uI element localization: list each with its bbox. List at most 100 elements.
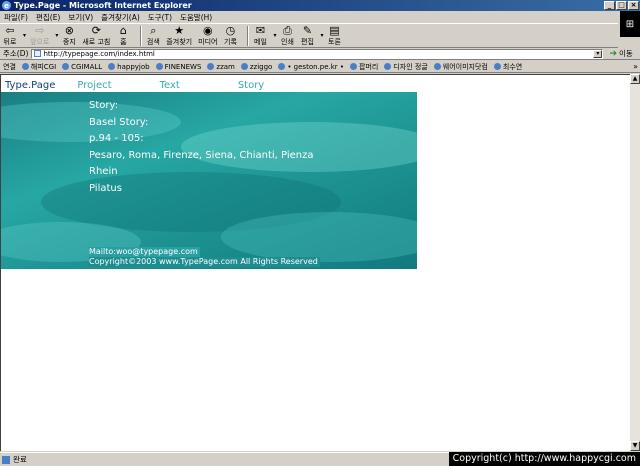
- link-item[interactable]: zzam: [207, 63, 235, 71]
- mailto-link[interactable]: Mailto:woo@typepage.com: [89, 247, 200, 257]
- favorites-icon: ★: [174, 23, 185, 37]
- refresh-icon: ⟳: [91, 23, 101, 37]
- nav-text-link[interactable]: Text: [160, 80, 180, 91]
- back-arrow-icon: ⇦: [5, 23, 15, 37]
- page-viewport: Type.Page Project Text Story Story: Base…: [0, 74, 630, 451]
- print-icon: ⎙: [283, 23, 292, 37]
- window-title: Type.Page - Microsoft Internet Explorer: [14, 1, 192, 10]
- mail-button[interactable]: ✉ 메일: [253, 23, 267, 47]
- story-line[interactable]: Story:: [89, 98, 314, 115]
- story-line[interactable]: Rhein: [89, 164, 314, 181]
- toolbar-separator: [247, 25, 250, 46]
- address-url: http://typepage.com/index.html: [43, 49, 155, 58]
- favorites-button[interactable]: ★ 즐겨찾기: [166, 23, 192, 47]
- site-brand[interactable]: Type.Page: [5, 80, 55, 91]
- toolbar-separator: [140, 25, 143, 46]
- link-page-icon: [384, 63, 392, 70]
- search-icon: ⌕: [150, 23, 157, 37]
- mail-dropdown-icon[interactable]: ▾: [273, 32, 276, 39]
- back-button[interactable]: ⇦ 뒤로: [3, 23, 17, 47]
- vertical-scrollbar[interactable]: ▲ ▼: [630, 74, 640, 451]
- windows-logo-icon: ⊞: [620, 11, 640, 37]
- link-page-icon: [108, 63, 116, 70]
- story-line[interactable]: p.94 - 105:: [89, 131, 314, 148]
- address-label: 주소(D): [3, 49, 29, 58]
- minimize-button[interactable]: _: [604, 1, 615, 10]
- link-item[interactable]: zziggo: [240, 63, 272, 71]
- link-item[interactable]: happyjob: [108, 63, 150, 71]
- history-button[interactable]: ◷ 기록: [223, 23, 237, 47]
- edit-dropdown-icon[interactable]: ▾: [320, 32, 323, 39]
- copyright-text: Copyright©2003 www.TypePage.com All Righ…: [89, 257, 320, 267]
- status-text: 완료: [13, 455, 27, 464]
- menu-bar: 파일(F) 편집(E) 보기(V) 즐겨찾기(A) 도구(T) 도움말(H): [0, 11, 640, 23]
- menu-edit[interactable]: 편집(E): [36, 12, 60, 23]
- link-item[interactable]: 디자인 정글: [384, 62, 428, 72]
- story-line[interactable]: Pilatus: [89, 181, 314, 198]
- menu-tools[interactable]: 도구(T): [148, 12, 172, 23]
- title-bar: e Type.Page - Microsoft Internet Explore…: [0, 0, 640, 11]
- story-list: Story: Basel Story: p.94 - 105: Pesaro, …: [89, 98, 314, 197]
- story-line[interactable]: Pesaro, Roma, Firenze, Siena, Chianti, P…: [89, 148, 314, 165]
- refresh-button[interactable]: ⟳ 새로 고침: [82, 23, 110, 47]
- forward-arrow-icon: ⇨: [35, 23, 45, 37]
- edit-button[interactable]: ✎ 편집: [300, 23, 314, 47]
- media-button[interactable]: ◉ 미디어: [198, 23, 217, 47]
- address-bar: 주소(D) http://typepage.com/index.html ▾ ➔…: [0, 48, 640, 60]
- scroll-up-button[interactable]: ▲: [630, 74, 640, 84]
- page-done-icon: [2, 455, 10, 464]
- link-page-icon: [350, 63, 358, 70]
- link-page-icon: [62, 63, 70, 70]
- link-item[interactable]: FINENEWS: [155, 63, 201, 71]
- address-dropdown-icon[interactable]: ▾: [593, 49, 603, 58]
- forward-button[interactable]: ⇨ 앞으로: [30, 23, 49, 47]
- links-bar: 연결 해피CGI CGIMALL happyjob FINENEWS zzam …: [0, 61, 640, 73]
- forward-dropdown-icon[interactable]: ▾: [55, 32, 58, 39]
- link-item[interactable]: 팝머리: [350, 62, 378, 72]
- link-page-icon: [207, 63, 215, 70]
- site-nav: Type.Page Project Text Story: [5, 78, 425, 92]
- scroll-down-button[interactable]: ▼: [630, 441, 640, 451]
- go-button[interactable]: ➔ 이동: [609, 48, 632, 59]
- edit-icon: ✎: [302, 23, 313, 37]
- home-button[interactable]: ⌂ 홈: [116, 23, 130, 47]
- ie-logo-icon: e: [2, 1, 11, 10]
- menu-file[interactable]: 파일(F): [4, 12, 28, 23]
- watermark-text: Copyright(c) http://www.happycgi.com: [448, 452, 640, 466]
- link-item[interactable]: 웨어이미지닷컴: [433, 62, 488, 72]
- site-footer: Mailto:woo@typepage.com Copyright©2003 w…: [89, 247, 320, 267]
- mail-icon: ✉: [255, 23, 266, 37]
- print-button[interactable]: ⎙ 인쇄: [280, 23, 294, 47]
- history-icon: ◷: [225, 23, 236, 37]
- window-controls: _ □ ×: [604, 1, 639, 10]
- media-icon: ◉: [202, 23, 213, 37]
- page-icon: [34, 50, 42, 57]
- maximize-button[interactable]: □: [616, 1, 627, 10]
- link-page-icon: [493, 63, 501, 70]
- address-input[interactable]: http://typepage.com/index.html ▾: [31, 48, 604, 59]
- story-line[interactable]: Basel Story:: [89, 115, 314, 132]
- link-item[interactable]: 최수연: [493, 62, 522, 72]
- menu-help[interactable]: 도움말(H): [180, 12, 212, 23]
- link-page-icon: [278, 63, 286, 70]
- menu-view[interactable]: 보기(V): [68, 12, 93, 23]
- link-item[interactable]: 해피CGI: [21, 62, 56, 72]
- home-icon: ⌂: [119, 23, 127, 37]
- link-item[interactable]: CGIMALL: [62, 63, 102, 71]
- hero-water-image: Story: Basel Story: p.94 - 105: Pesaro, …: [1, 92, 417, 269]
- links-label: 연결: [3, 62, 16, 71]
- nav-project-link[interactable]: Project: [77, 80, 111, 91]
- stop-button[interactable]: ⊗ 중지: [62, 23, 76, 47]
- discuss-button[interactable]: ▤ 토론: [327, 23, 341, 47]
- search-button[interactable]: ⌕ 검색: [146, 23, 160, 47]
- link-page-icon: [240, 63, 248, 70]
- link-item[interactable]: • geston.pe.kr •: [278, 63, 344, 71]
- back-dropdown-icon[interactable]: ▾: [23, 32, 26, 39]
- discuss-icon: ▤: [329, 23, 340, 37]
- stop-icon: ⊗: [64, 23, 74, 37]
- close-button[interactable]: ×: [628, 1, 639, 10]
- nav-story-link[interactable]: Story: [238, 80, 264, 91]
- link-page-icon: [21, 63, 29, 70]
- menu-favorites[interactable]: 즐겨찾기(A): [101, 12, 140, 23]
- links-more-button[interactable]: »: [633, 62, 638, 71]
